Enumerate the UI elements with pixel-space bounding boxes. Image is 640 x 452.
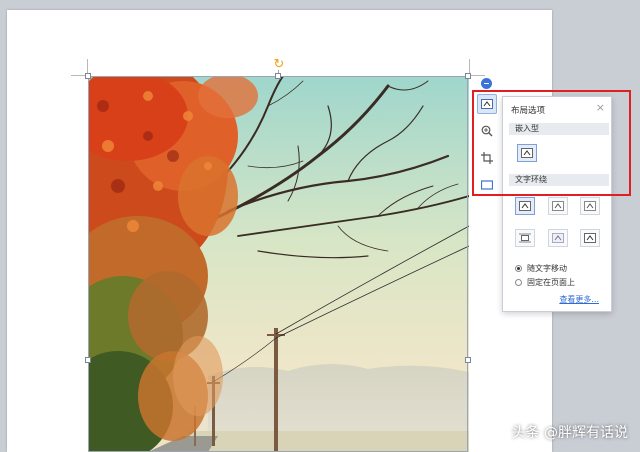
resize-handle-right[interactable]	[465, 357, 471, 363]
autumn-road-photo	[88, 76, 469, 452]
crop-button[interactable]	[477, 148, 497, 168]
radio-move-with-text[interactable]: 随文字移动	[515, 263, 567, 274]
crop-icon	[481, 152, 493, 164]
watermark: 头条 @胖辉有话说	[511, 425, 628, 441]
wrap-tight-icon	[552, 201, 564, 211]
wrap-through-icon	[584, 201, 596, 211]
wrap-square-option[interactable]	[515, 197, 535, 215]
wrap-in-front-icon	[584, 233, 596, 243]
resize-handle-left[interactable]	[85, 357, 91, 363]
layout-options-icon	[481, 99, 493, 109]
border-button[interactable]	[477, 175, 497, 195]
radio-indicator	[515, 279, 522, 286]
zoom-icon	[481, 125, 493, 137]
radio-indicator	[515, 265, 522, 272]
resize-handle-top[interactable]	[275, 73, 281, 79]
close-icon[interactable]: ×	[596, 101, 605, 114]
wrap-square-icon	[519, 201, 531, 211]
wrap-top-bottom-icon	[519, 233, 531, 243]
wrap-in-front-option[interactable]	[580, 229, 600, 247]
wrap-behind-text-option[interactable]	[548, 229, 568, 247]
layout-options-panel: 布局选项 × 嵌入型 文字环绕 随文字移动 固定在页面上 查看更多...	[502, 96, 612, 312]
resize-handle-top-right[interactable]	[465, 73, 471, 79]
wrap-through-option[interactable]	[580, 197, 600, 215]
margin-corner-mark	[469, 75, 485, 76]
radio-fixed-position-label: 固定在页面上	[527, 278, 575, 287]
inline-section-header: 嵌入型	[509, 123, 609, 135]
radio-fixed-position[interactable]: 固定在页面上	[515, 277, 575, 288]
inline-layout-icon	[521, 148, 533, 158]
layout-options-button[interactable]	[477, 94, 497, 114]
panel-title: 布局选项	[511, 106, 546, 116]
wrap-tight-option[interactable]	[548, 197, 568, 215]
inserted-photo[interactable]	[88, 76, 469, 452]
see-more-link[interactable]: 查看更多...	[559, 294, 599, 305]
radio-move-with-text-label: 随文字移动	[527, 264, 567, 273]
wrap-behind-text-icon	[552, 233, 564, 243]
border-icon	[481, 180, 493, 190]
rotate-handle-icon[interactable]: ↻	[272, 58, 286, 72]
wrap-top-bottom-option[interactable]	[515, 229, 535, 247]
collapse-toolbar-icon[interactable]	[481, 78, 492, 89]
inline-layout-option[interactable]	[517, 144, 537, 162]
resize-handle-top-left[interactable]	[85, 73, 91, 79]
wrap-section-header: 文字环绕	[509, 174, 609, 186]
zoom-button[interactable]	[477, 121, 497, 141]
